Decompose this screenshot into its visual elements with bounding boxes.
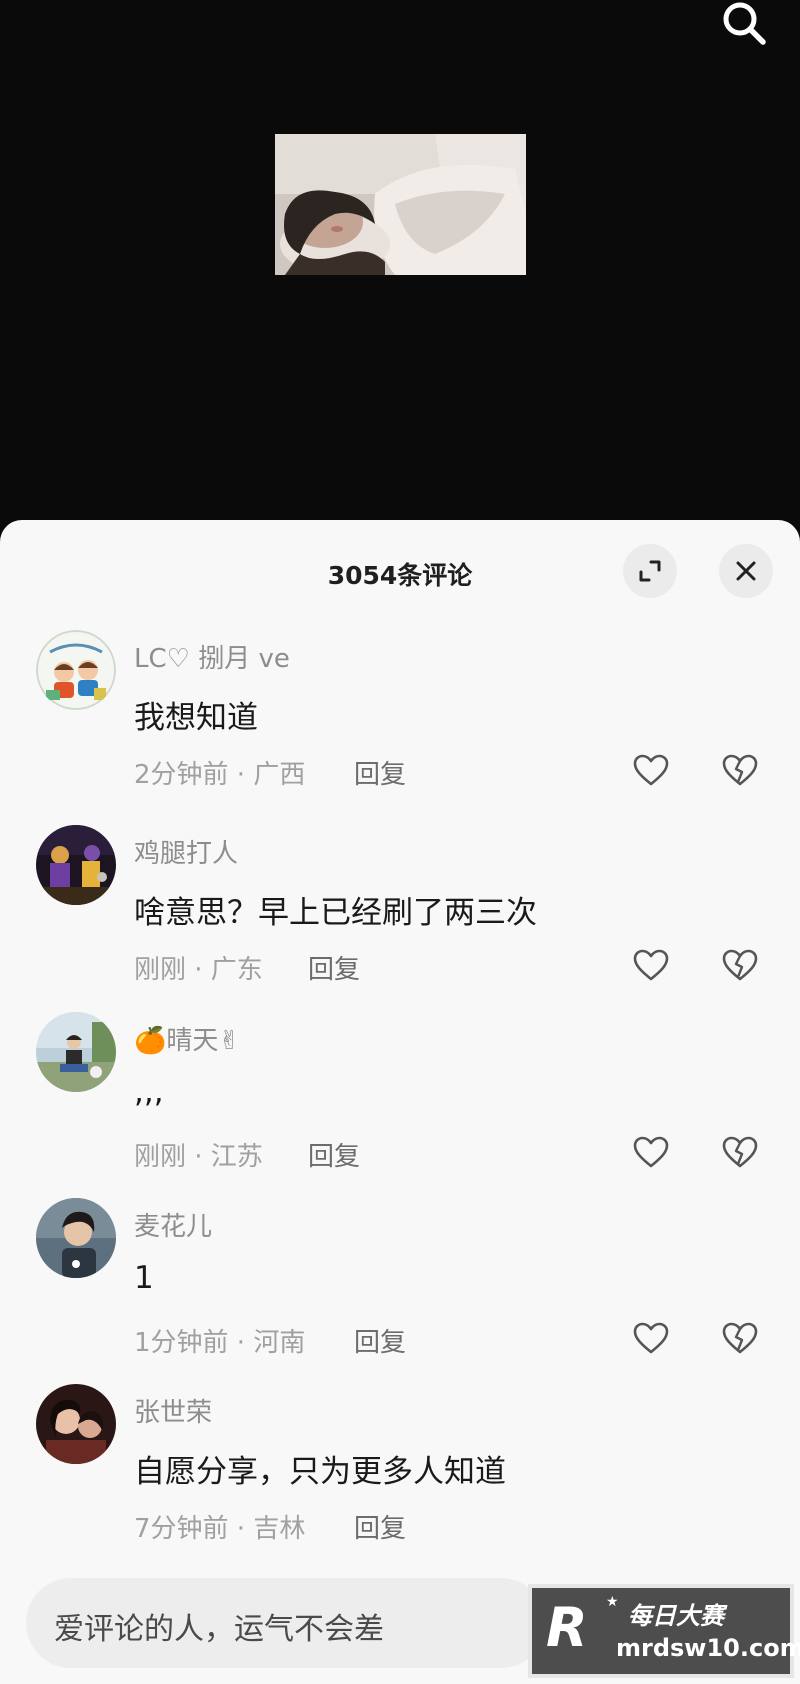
watermark-logo: R ★ 每日大赛 mrdsw10.com [528,1584,800,1678]
avatar-image [36,1384,116,1464]
watermark-name: 每日大赛 [628,1602,724,1630]
broken-heart-icon [722,1322,758,1354]
comment-username[interactable]: 张世荣 [134,1392,212,1429]
watermark-url: mrdsw10.com [616,1634,800,1662]
comments-count-title: 3054条评论 [327,561,473,590]
dislike-button[interactable] [718,943,762,987]
reply-button[interactable]: 回复 [354,754,406,791]
watermark-r-logo: R [546,1596,588,1659]
video-thumbnail[interactable] [275,134,526,275]
comment-meta: 7分钟前 · 吉林 [134,1514,306,1544]
reply-button[interactable]: 回复 [308,949,360,986]
comment-meta: 1分钟前 · 河南 [134,1328,306,1358]
comment-meta: 刚刚 · 江苏 [134,1142,263,1172]
search-icon [723,2,766,45]
comment-text: ,,, [134,1074,164,1110]
expand-icon [639,560,661,582]
avatar[interactable] [36,630,116,710]
star-icon: ★ [606,1594,619,1610]
avatar[interactable] [36,1198,116,1278]
heart-icon [633,754,669,786]
search-button[interactable] [716,0,772,50]
comment-input-placeholder: 爱评论的人，运气不会差 [54,1612,384,1647]
comment-username[interactable]: 🍊晴天✌ [134,1020,240,1057]
avatar[interactable] [36,1384,116,1464]
comments-sheet: 3054条评论 LC♡ 捌月 ve 我想知道 2分钟前 · 广西 回复 鸡腿打人… [0,520,800,1684]
comment-username[interactable]: 麦花儿 [134,1206,212,1243]
like-button[interactable] [629,943,673,987]
like-button[interactable] [629,1316,673,1360]
dislike-button[interactable] [718,1316,762,1360]
comment-meta: 刚刚 · 广东 [134,955,263,985]
avatar-image [36,825,116,905]
video-frame-image [275,134,526,275]
comment-item: 🍊晴天✌ ,,, 刚刚 · 江苏 回复 [0,1012,800,1192]
reply-button[interactable]: 回复 [354,1322,406,1359]
avatar-image [36,630,116,710]
like-button[interactable] [629,748,673,792]
comment-username[interactable]: LC♡ 捌月 ve [134,638,290,675]
expand-button[interactable] [623,544,677,598]
dislike-button[interactable] [718,748,762,792]
comment-meta: 2分钟前 · 广西 [134,760,306,790]
heart-icon [633,1136,669,1168]
broken-heart-icon [722,754,758,786]
heart-icon [633,1322,669,1354]
comment-text: 我想知道 [134,700,258,736]
close-icon [736,561,756,581]
avatar-image [36,1198,116,1278]
comment-item: 鸡腿打人 啥意思？早上已经刷了两三次 刚刚 · 广东 回复 [0,825,800,1005]
like-button[interactable] [629,1130,673,1174]
comment-text: 1 [134,1260,154,1296]
broken-heart-icon [722,949,758,981]
avatar[interactable] [36,825,116,905]
heart-icon [633,949,669,981]
avatar-image [36,1012,116,1092]
comment-input[interactable]: 爱评论的人，运气不会差 [26,1578,546,1668]
comment-username[interactable]: 鸡腿打人 [134,833,238,870]
close-button[interactable] [719,544,773,598]
comment-item: 张世荣 自愿分享，只为更多人知道 7分钟前 · 吉林 回复 [0,1384,800,1564]
comment-item: LC♡ 捌月 ve 我想知道 2分钟前 · 广西 回复 [0,630,800,810]
video-area [0,0,800,530]
comment-text: 自愿分享，只为更多人知道 [134,1454,506,1490]
reply-button[interactable]: 回复 [308,1136,360,1173]
broken-heart-icon [722,1136,758,1168]
comment-text: 啥意思？早上已经刷了两三次 [134,895,537,931]
comment-item: 麦花儿 1 1分钟前 · 河南 回复 [0,1198,800,1378]
dislike-button[interactable] [718,1130,762,1174]
reply-button[interactable]: 回复 [354,1508,406,1545]
avatar[interactable] [36,1012,116,1092]
